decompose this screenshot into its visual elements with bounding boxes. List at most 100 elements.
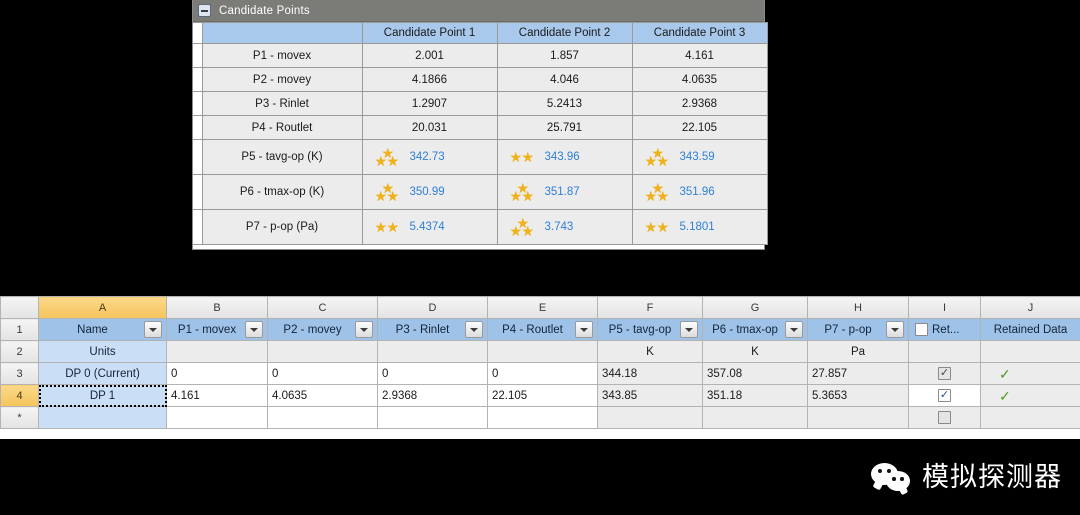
- cell-dp0-p1[interactable]: 0: [166, 362, 268, 385]
- cell-p5-cp2[interactable]: ★ ★ ★ 343.96: [496, 139, 633, 175]
- cell-p1-cp1[interactable]: 2.001: [361, 43, 498, 68]
- cell-dp1-p5[interactable]: 343.85: [597, 384, 703, 407]
- cell-p4-header[interactable]: P4 - Routlet: [487, 318, 598, 341]
- column-header-i[interactable]: I: [908, 296, 981, 319]
- cell-p4-cp3[interactable]: 22.105: [631, 115, 768, 140]
- cell-dp0-p7[interactable]: 27.857: [807, 362, 909, 385]
- cell-p5-cp1[interactable]: ★ ★ ★ 342.73: [361, 139, 498, 175]
- cell-p6-cp3[interactable]: ★ ★ ★ 351.96: [631, 174, 768, 210]
- cell-p2-cp2[interactable]: 4.046: [496, 67, 633, 92]
- cell-new-p2[interactable]: [267, 406, 378, 429]
- cell-retained-data-header[interactable]: Retained Data: [980, 318, 1080, 341]
- row-header-4[interactable]: 4: [0, 384, 39, 407]
- cell-units-p3[interactable]: [377, 340, 488, 363]
- cell-units-p5[interactable]: K: [597, 340, 703, 363]
- cell-p5-cp3[interactable]: ★ ★ ★ 343.59: [631, 139, 768, 175]
- cell-p7-cp3[interactable]: ★ ★ ★ 5.1801: [631, 209, 768, 245]
- cell-units-retain[interactable]: [908, 340, 981, 363]
- cell-units-p4[interactable]: [487, 340, 598, 363]
- row-header-new[interactable]: *: [0, 406, 39, 429]
- cell-dp1-name[interactable]: DP 1: [38, 384, 167, 407]
- retain-checkbox[interactable]: ✓: [938, 411, 951, 424]
- retain-all-checkbox[interactable]: ✓: [915, 323, 928, 336]
- chevron-down-icon[interactable]: [245, 321, 263, 338]
- column-header-g[interactable]: G: [702, 296, 808, 319]
- grid-corner-cell[interactable]: [0, 296, 39, 319]
- cell-p1-cp2[interactable]: 1.857: [496, 43, 633, 68]
- cell-dp0-p4[interactable]: 0: [487, 362, 598, 385]
- retain-checkbox[interactable]: ✓: [938, 367, 951, 380]
- cell-retain-header[interactable]: ✓ Ret...: [908, 318, 981, 341]
- cell-new-p7[interactable]: [807, 406, 909, 429]
- cell-p7-header[interactable]: P7 - p-op: [807, 318, 909, 341]
- column-header-d[interactable]: D: [377, 296, 488, 319]
- chevron-down-icon[interactable]: [680, 321, 698, 338]
- chevron-down-icon[interactable]: [144, 321, 162, 338]
- cell-dp1-p7[interactable]: 5.3653: [807, 384, 909, 407]
- cell-new-name[interactable]: [38, 406, 167, 429]
- cell-dp0-p6[interactable]: 357.08: [702, 362, 808, 385]
- cell-p3-header[interactable]: P3 - Rinlet: [377, 318, 488, 341]
- cell-p6-cp2[interactable]: ★ ★ ★ 351.87: [496, 174, 633, 210]
- chevron-down-icon[interactable]: [785, 321, 803, 338]
- cell-units-p2[interactable]: [267, 340, 378, 363]
- cell-p2-cp1[interactable]: 4.1866: [361, 67, 498, 92]
- row-header-3[interactable]: 3: [0, 362, 39, 385]
- chevron-down-icon[interactable]: [355, 321, 373, 338]
- column-header-a[interactable]: A: [38, 296, 167, 319]
- chevron-down-icon[interactable]: [465, 321, 483, 338]
- retain-checkbox[interactable]: ✓: [938, 389, 951, 402]
- cell-p4-cp1[interactable]: 20.031: [361, 115, 498, 140]
- cell-dp1-retain[interactable]: ✓: [908, 384, 981, 407]
- cell-p5-header[interactable]: P5 - tavg-op: [597, 318, 703, 341]
- cell-units-p1[interactable]: [166, 340, 268, 363]
- column-header-b[interactable]: B: [166, 296, 268, 319]
- cell-dp0-retain[interactable]: ✓: [908, 362, 981, 385]
- cell-new-p5[interactable]: [597, 406, 703, 429]
- cell-p3-cp3[interactable]: 2.9368: [631, 91, 768, 116]
- cell-p7-cp2[interactable]: ★ ★ ★ 3.743: [496, 209, 633, 245]
- cell-units-p7[interactable]: Pa: [807, 340, 909, 363]
- column-header-j[interactable]: J: [980, 296, 1080, 319]
- cell-new-p3[interactable]: [377, 406, 488, 429]
- cell-name-header[interactable]: Name: [38, 318, 167, 341]
- cell-dp0-name[interactable]: DP 0 (Current): [38, 362, 167, 385]
- cell-dp0-p5[interactable]: 344.18: [597, 362, 703, 385]
- cell-dp0-p3[interactable]: 0: [377, 362, 488, 385]
- cell-new-retained-data[interactable]: [980, 406, 1080, 429]
- cell-dp1-retained-data[interactable]: ✓: [980, 384, 1080, 407]
- chevron-down-icon[interactable]: [575, 321, 593, 338]
- column-header-c[interactable]: C: [267, 296, 378, 319]
- cell-p4-cp2[interactable]: 25.791: [496, 115, 633, 140]
- cell-dp1-p1[interactable]: 4.161: [166, 384, 268, 407]
- column-header-candidate-point-1[interactable]: Candidate Point 1: [361, 22, 498, 44]
- cell-units-label[interactable]: Units: [38, 340, 167, 363]
- column-header-e[interactable]: E: [487, 296, 598, 319]
- column-header-candidate-point-3[interactable]: Candidate Point 3: [631, 22, 768, 44]
- cell-dp1-p3[interactable]: 2.9368: [377, 384, 488, 407]
- cell-dp0-retained-data[interactable]: ✓: [980, 362, 1080, 385]
- cell-dp0-p2[interactable]: 0: [267, 362, 378, 385]
- cell-p6-header[interactable]: P6 - tmax-op: [702, 318, 808, 341]
- cell-new-retain[interactable]: ✓: [908, 406, 981, 429]
- cell-new-p4[interactable]: [487, 406, 598, 429]
- cell-p3-cp2[interactable]: 5.2413: [496, 91, 633, 116]
- minus-box-icon[interactable]: [198, 4, 211, 17]
- column-header-f[interactable]: F: [597, 296, 703, 319]
- cell-p7-cp1[interactable]: ★ ★ ★ 5.4374: [361, 209, 498, 245]
- row-header-2[interactable]: 2: [0, 340, 39, 363]
- cell-p1-header[interactable]: P1 - movex: [166, 318, 268, 341]
- cell-p6-cp1[interactable]: ★ ★ ★ 350.99: [361, 174, 498, 210]
- cell-units-retained-data[interactable]: [980, 340, 1080, 363]
- cell-dp1-p4[interactable]: 22.105: [487, 384, 598, 407]
- column-header-h[interactable]: H: [807, 296, 909, 319]
- cell-p2-header[interactable]: P2 - movey: [267, 318, 378, 341]
- cell-new-p1[interactable]: [166, 406, 268, 429]
- row-header-1[interactable]: 1: [0, 318, 39, 341]
- cell-p2-cp3[interactable]: 4.0635: [631, 67, 768, 92]
- cell-dp1-p2[interactable]: 4.0635: [267, 384, 378, 407]
- column-header-candidate-point-2[interactable]: Candidate Point 2: [496, 22, 633, 44]
- cell-new-p6[interactable]: [702, 406, 808, 429]
- cell-dp1-p6[interactable]: 351.18: [702, 384, 808, 407]
- cell-units-p6[interactable]: K: [702, 340, 808, 363]
